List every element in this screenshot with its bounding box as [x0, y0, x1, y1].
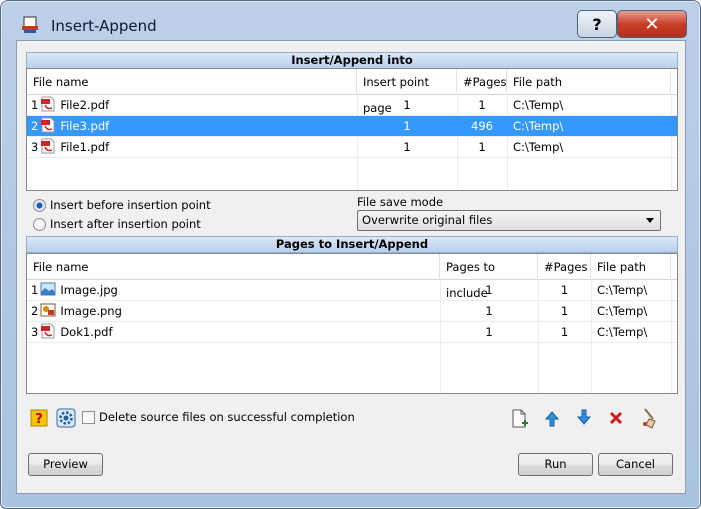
- insert-after-label: Insert after insertion point: [50, 217, 201, 231]
- insert-after-radio[interactable]: Insert after insertion point: [33, 217, 201, 231]
- pages-to-insert-header: Pages to Insert/Append: [26, 236, 678, 253]
- insert-point-page-cell: 1: [403, 98, 411, 112]
- preview-button[interactable]: Preview: [28, 453, 103, 476]
- cancel-button[interactable]: Cancel: [598, 453, 673, 476]
- grid-header: File name Pages to include #Pages File p…: [27, 254, 677, 300]
- insert-before-radio-dot: [33, 198, 46, 212]
- insert-append-app-icon: [22, 16, 38, 33]
- run-button[interactable]: Run: [518, 453, 593, 476]
- jpg-image-icon: [38, 282, 60, 297]
- file-name: File2.pdf: [60, 98, 110, 112]
- window-title: Insert-Append: [51, 17, 157, 35]
- table-row[interactable]: 2 Image.png 1 1 C:\Temp\: [27, 301, 677, 322]
- close-icon: ✕: [644, 13, 660, 35]
- file-name: File3.pdf: [60, 119, 110, 133]
- file-save-mode-select[interactable]: Overwrite original files: [357, 210, 661, 231]
- clear-list-icon[interactable]: [639, 407, 659, 429]
- file-path-cell: C:\Temp\: [513, 98, 564, 112]
- pages-count-cell: 1: [478, 98, 486, 112]
- file-path-cell: C:\Temp\: [513, 119, 564, 133]
- pages-count-cell: 1: [560, 304, 569, 318]
- table-row[interactable]: 1 File2.pdf 1 1 C:\Temp\: [27, 95, 677, 116]
- pages-count-cell: 1: [478, 140, 486, 154]
- col-file-path[interactable]: File path: [507, 69, 671, 95]
- file-path-cell: C:\Temp\: [597, 283, 648, 297]
- file-name-cell: 3 File1.pdf: [27, 137, 357, 158]
- col-insert-point-page[interactable]: Insert point page: [357, 69, 457, 115]
- insert-point-page-cell: 1: [403, 119, 411, 133]
- file-name: Image.png: [60, 304, 122, 318]
- pdf-icon: [38, 323, 60, 339]
- pages-to-include-cell: 1: [485, 283, 493, 297]
- move-down-icon[interactable]: [575, 408, 593, 426]
- insert-before-label: Insert before insertion point: [50, 198, 211, 212]
- col-pages[interactable]: #Pages: [538, 254, 591, 280]
- insert-before-radio[interactable]: Insert before insertion point: [33, 198, 211, 212]
- file-name-cell: 2 Image.png: [27, 301, 440, 322]
- pages-to-include-cell: 1: [485, 304, 493, 318]
- pdf-icon: [38, 138, 60, 154]
- title-bar: Insert-Append ? ✕: [7, 3, 694, 41]
- file-save-mode-value: Overwrite original files: [362, 213, 493, 227]
- insert-point-page-cell: 1: [403, 140, 411, 154]
- file-path-cell: C:\Temp\: [597, 304, 648, 318]
- col-file-name[interactable]: File name: [27, 69, 357, 95]
- col-file-path[interactable]: File path: [591, 254, 671, 280]
- pdf-icon: [38, 96, 60, 112]
- pages-count-cell: 1: [560, 283, 569, 297]
- file-name-cell: 1 File2.pdf: [27, 95, 357, 116]
- help-button[interactable]: ?: [577, 10, 617, 38]
- pdf-icon: [38, 117, 60, 133]
- pages-count-cell: 1: [560, 325, 569, 339]
- file-name: Image.jpg: [60, 283, 118, 297]
- file-name-cell: 3 Dok1.pdf: [27, 322, 440, 343]
- file-name: Dok1.pdf: [60, 325, 113, 339]
- settings-gear-icon[interactable]: [56, 408, 76, 428]
- close-button[interactable]: ✕: [617, 10, 687, 38]
- help-button-label: ?: [592, 14, 602, 34]
- col-file-name[interactable]: File name: [27, 254, 440, 280]
- dialog-client-area: Insert/Append into File name Insert poin…: [16, 40, 686, 494]
- file-path-cell: C:\Temp\: [597, 325, 648, 339]
- delete-source-label: Delete source files on successful comple…: [99, 410, 355, 424]
- pages-to-insert-grid[interactable]: File name Pages to include #Pages File p…: [26, 253, 678, 394]
- file-name-cell: 1 Image.jpg: [27, 280, 440, 301]
- file-save-mode-label: File save mode: [357, 195, 444, 209]
- col-pages[interactable]: #Pages: [457, 69, 507, 95]
- insert-append-into-header: Insert/Append into: [26, 52, 678, 69]
- move-up-icon[interactable]: [543, 410, 561, 428]
- svg-text:?: ?: [35, 412, 43, 427]
- png-image-icon: [38, 303, 60, 318]
- grid-header: File name Insert point page #Pages File …: [27, 69, 677, 115]
- file-path-cell: C:\Temp\: [513, 140, 564, 154]
- pages-count-cell: 496: [471, 119, 493, 133]
- delete-source-checkbox[interactable]: [82, 411, 95, 424]
- question-help-icon[interactable]: ?: [30, 409, 48, 427]
- table-row[interactable]: 1 Image.jpg 1 1 C:\Temp\: [27, 280, 677, 301]
- insert-after-radio-dot: [33, 217, 46, 231]
- file-name-cell: 2 File3.pdf: [27, 116, 357, 137]
- remove-icon[interactable]: [607, 409, 625, 427]
- add-file-icon[interactable]: [509, 409, 529, 429]
- file-name: File1.pdf: [60, 140, 110, 154]
- insert-append-into-grid[interactable]: File name Insert point page #Pages File …: [26, 68, 678, 191]
- chevron-down-icon: [646, 218, 654, 223]
- table-row[interactable]: 3 File1.pdf 1 1 C:\Temp\: [27, 137, 677, 158]
- col-pages-to-include[interactable]: Pages to include: [440, 254, 538, 300]
- table-row[interactable]: 2 File3.pdf 1 496 C:\Temp\: [27, 116, 677, 137]
- table-row[interactable]: 3 Dok1.pdf 1 1 C:\Temp\: [27, 322, 677, 343]
- pages-to-include-cell: 1: [485, 325, 493, 339]
